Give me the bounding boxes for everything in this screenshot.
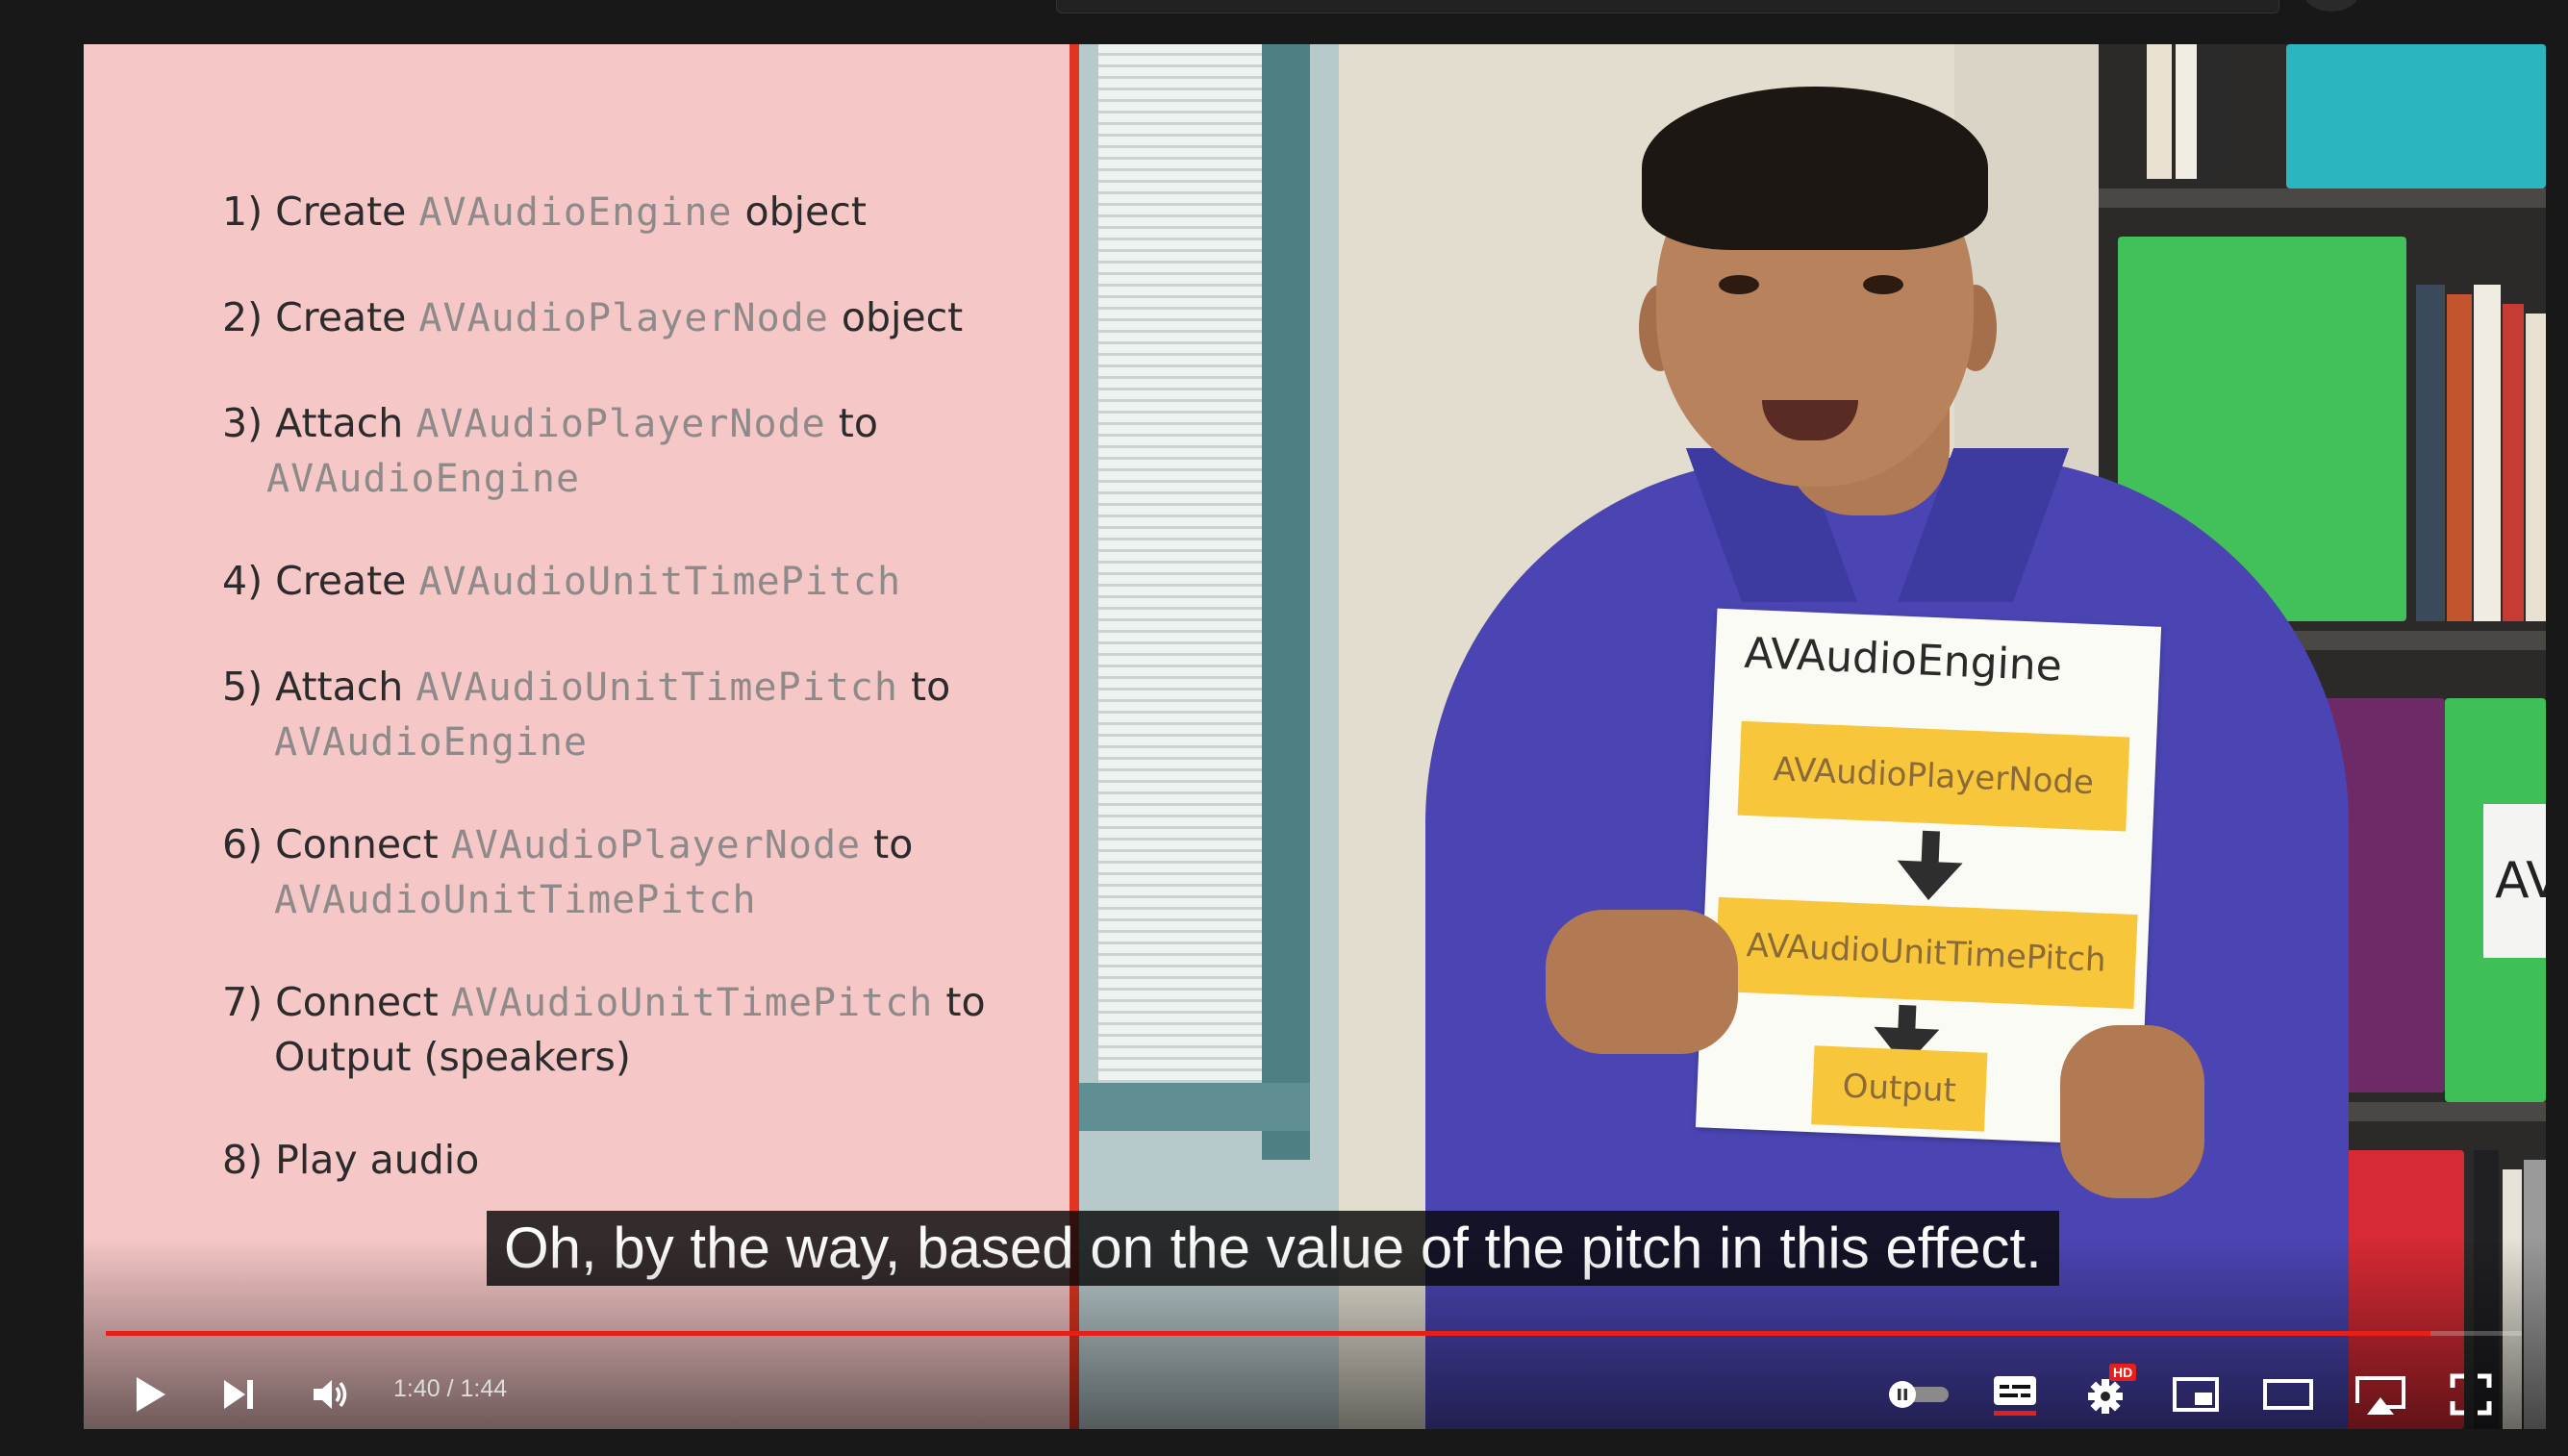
subtitles-button[interactable] bbox=[1986, 1366, 2044, 1423]
video-player[interactable]: 1) Create AVAudioEngine object 2) Create… bbox=[84, 44, 2546, 1429]
step-2: 2) Create AVAudioPlayerNode object bbox=[222, 294, 964, 340]
time-separator: / bbox=[440, 1375, 461, 1402]
presenter-hair bbox=[1642, 87, 1988, 250]
paper-box-time-pitch: AVAudioUnitTimePitch bbox=[1714, 896, 2138, 1010]
step-7: 7) Connect AVAudioUnitTimePitch to Outpu… bbox=[222, 979, 986, 1080]
paper-box-output: Output bbox=[1811, 1045, 1988, 1132]
down-arrow-icon bbox=[1921, 830, 1941, 865]
settings-button[interactable]: HD bbox=[2077, 1364, 2137, 1423]
theater-mode-icon bbox=[2263, 1379, 2313, 1410]
paper-box-player-node: AVAudioPlayerNode bbox=[1737, 720, 2130, 832]
paper-title: AVAudioEngine bbox=[1743, 628, 2063, 691]
shelf-board bbox=[2099, 188, 2546, 208]
step-4: 4) Create AVAudioUnitTimePitch bbox=[222, 558, 902, 604]
time-display: 1:40 / 1:44 bbox=[393, 1375, 507, 1403]
progress-bar[interactable] bbox=[106, 1331, 2522, 1336]
hd-badge: HD bbox=[2109, 1364, 2137, 1381]
fullscreen-button[interactable] bbox=[2442, 1366, 2500, 1423]
autoplay-toggle-icon bbox=[1889, 1381, 1949, 1408]
volume-icon bbox=[314, 1380, 347, 1409]
presenter-eye bbox=[1719, 275, 1759, 294]
presenter-eye bbox=[1863, 275, 1903, 294]
book bbox=[2503, 304, 2524, 621]
book bbox=[2147, 44, 2172, 179]
autoplay-toggle[interactable] bbox=[1882, 1366, 1955, 1423]
book bbox=[2416, 285, 2445, 621]
cast-button[interactable] bbox=[2352, 1366, 2409, 1423]
book bbox=[2526, 314, 2546, 621]
window-sill bbox=[1079, 1083, 1310, 1131]
current-time: 1:40 bbox=[393, 1375, 441, 1402]
down-arrow-icon bbox=[1898, 1004, 1917, 1031]
book bbox=[2447, 294, 2472, 621]
presenter-hand bbox=[2060, 1025, 2204, 1198]
shelf-label: AVFo bbox=[2483, 804, 2546, 958]
cast-icon bbox=[2355, 1376, 2405, 1415]
down-arrow-icon bbox=[1896, 860, 1963, 902]
miniplayer-icon bbox=[2173, 1377, 2219, 1412]
progress-played bbox=[106, 1331, 2430, 1336]
mute-button[interactable] bbox=[303, 1366, 361, 1423]
theater-mode-button[interactable] bbox=[2259, 1366, 2317, 1423]
book bbox=[2201, 44, 2224, 179]
subtitles-icon bbox=[1994, 1376, 2036, 1416]
presenter-hand bbox=[1546, 910, 1738, 1054]
play-button[interactable] bbox=[121, 1366, 179, 1423]
fullscreen-icon bbox=[2450, 1373, 2492, 1416]
window-frame bbox=[1262, 44, 1310, 1160]
duration: 1:44 bbox=[460, 1375, 508, 1402]
book bbox=[2176, 44, 2197, 179]
book bbox=[2474, 285, 2501, 621]
next-icon bbox=[224, 1380, 253, 1409]
step-5: 5) Attach AVAudioUnitTimePitch to AVAudi… bbox=[222, 664, 951, 765]
storage-bin bbox=[2286, 44, 2546, 188]
step-3: 3) Attach AVAudioPlayerNode to AVAudioEn… bbox=[222, 400, 878, 501]
step-1: 1) Create AVAudioEngine object bbox=[222, 188, 867, 235]
avatar[interactable] bbox=[2304, 0, 2358, 12]
step-8: 8) Play audio bbox=[222, 1137, 480, 1183]
miniplayer-button[interactable] bbox=[2167, 1366, 2225, 1423]
step-6: 6) Connect AVAudioPlayerNode to AVAudioU… bbox=[222, 821, 914, 922]
next-button[interactable] bbox=[210, 1366, 267, 1423]
top-bar bbox=[0, 0, 2568, 44]
play-icon bbox=[137, 1377, 165, 1412]
window-blinds bbox=[1098, 44, 1262, 1083]
search-bar-edge[interactable] bbox=[1056, 0, 2279, 13]
